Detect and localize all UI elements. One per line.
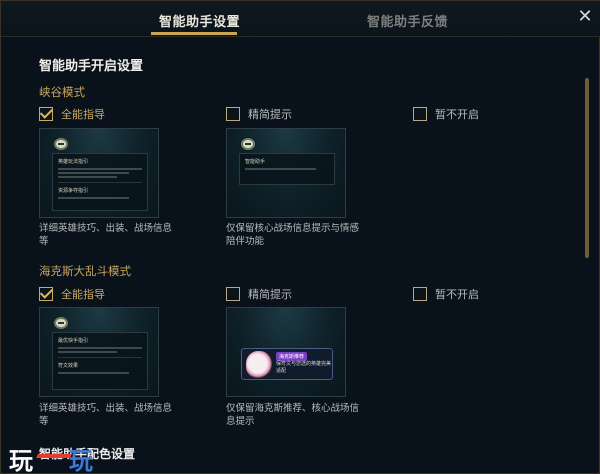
tab-assistant-settings[interactable]: 智能助手设置 bbox=[159, 11, 240, 30]
watermark-stripe bbox=[36, 454, 72, 458]
preview-panel: 智能助手 bbox=[239, 153, 335, 185]
section-title: 智能助手开启设置 bbox=[39, 59, 144, 74]
preview-panel-title: 智能助手 bbox=[245, 159, 266, 165]
option-aram-simple-hints[interactable]: 精简提示 bbox=[226, 286, 292, 302]
scrollbar-thumb[interactable] bbox=[585, 78, 589, 258]
assistant-settings-window: 智能助手设置 智能助手反馈 ✕ 智能助手开启设置 峡谷模式 全能指导 精简提示 … bbox=[0, 0, 600, 474]
preview-description: 仅保留海克斯推荐、核心战场信息提示 bbox=[226, 403, 360, 427]
checkbox-checked[interactable] bbox=[39, 107, 53, 121]
option-label: 精简提示 bbox=[248, 108, 292, 121]
preview-description: 详细英雄技巧、出装、战场信息等 bbox=[39, 403, 173, 427]
checkbox-unchecked[interactable] bbox=[226, 107, 240, 121]
option-label: 全能指导 bbox=[61, 108, 105, 121]
assistant-bot-icon bbox=[54, 317, 68, 329]
preview-rift-full-guidance: 英雄玩法指引 资源争夺指引 bbox=[39, 128, 159, 218]
checkbox-checked[interactable] bbox=[39, 287, 53, 301]
preview-rift-simple-hints: 智能助手 bbox=[226, 128, 346, 218]
option-rift-full-guidance[interactable]: 全能指导 bbox=[39, 106, 105, 122]
checkbox-unchecked[interactable] bbox=[413, 107, 427, 121]
preview-panel: 最优快手指引 符文效果 bbox=[52, 332, 148, 390]
preview-panel: 英雄玩法指引 资源争夺指引 bbox=[52, 153, 148, 211]
preview-description: 详细英雄技巧、出装、战场信息等 bbox=[39, 223, 173, 247]
preview-panel-title: 资源争夺指引 bbox=[58, 188, 89, 194]
watermark-logo: 玩 玩 bbox=[9, 441, 109, 474]
preview-aram-full-guidance: 最优快手指引 符文效果 bbox=[39, 307, 159, 397]
close-icon[interactable]: ✕ bbox=[575, 7, 595, 27]
option-label: 暂不开启 bbox=[435, 108, 479, 121]
preview-panel-title: 英雄玩法指引 bbox=[58, 159, 89, 165]
card-text: 保符文与您选的英雄完美适配 bbox=[276, 361, 332, 374]
active-tab-indicator bbox=[151, 32, 237, 35]
settings-content[interactable]: 智能助手开启设置 峡谷模式 全能指导 精简提示 暂不开启 英雄玩法指引 资源争夺… bbox=[1, 38, 591, 474]
hextech-badge: 海克斯推荐 bbox=[276, 352, 308, 361]
option-label: 暂不开启 bbox=[435, 288, 479, 301]
preview-description: 仅保留核心战场信息提示与情感陪伴功能 bbox=[226, 223, 360, 247]
option-label: 全能指导 bbox=[61, 288, 105, 301]
preview-panel-title: 最优快手指引 bbox=[58, 338, 89, 344]
option-aram-disabled[interactable]: 暂不开启 bbox=[413, 286, 479, 302]
poro-icon bbox=[246, 351, 272, 379]
preview-panel-title: 符文效果 bbox=[58, 363, 79, 369]
mode-title-aram: 海克斯大乱斗模式 bbox=[39, 264, 131, 278]
checkbox-unchecked[interactable] bbox=[226, 287, 240, 301]
option-rift-simple-hints[interactable]: 精简提示 bbox=[226, 106, 292, 122]
watermark-char: 玩 bbox=[69, 446, 93, 474]
checkbox-unchecked[interactable] bbox=[413, 287, 427, 301]
preview-aram-simple-hints: 海克斯推荐 保符文与您选的英雄完美适配 bbox=[226, 307, 346, 397]
tab-bar: 智能助手设置 智能助手反馈 ✕ bbox=[1, 1, 600, 37]
assistant-bot-icon bbox=[54, 138, 68, 150]
watermark-char: 玩 bbox=[9, 446, 33, 474]
option-rift-disabled[interactable]: 暂不开启 bbox=[413, 106, 479, 122]
mode-title-rift: 峡谷模式 bbox=[39, 85, 85, 99]
hextech-recommend-card: 海克斯推荐 保符文与您选的英雄完美适配 bbox=[241, 348, 333, 380]
tab-assistant-feedback[interactable]: 智能助手反馈 bbox=[367, 11, 448, 30]
option-aram-full-guidance[interactable]: 全能指导 bbox=[39, 286, 105, 302]
assistant-bot-icon bbox=[241, 138, 255, 150]
option-label: 精简提示 bbox=[248, 288, 292, 301]
